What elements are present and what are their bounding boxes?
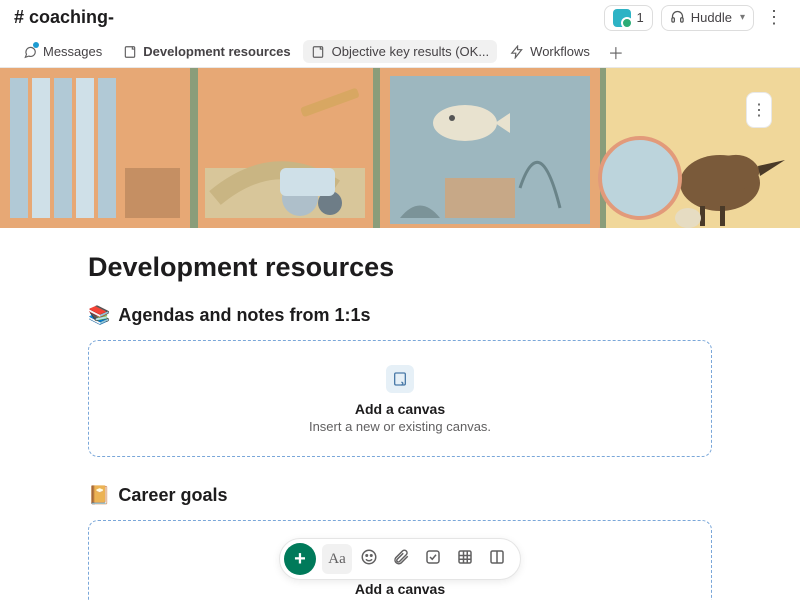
canvas-placeholder-icon [386, 365, 414, 393]
paperclip-icon [392, 548, 410, 571]
section-career-heading: 📔 Career goals [88, 485, 712, 506]
checkbox-icon [424, 548, 442, 571]
tab-bar: Messages Development resources Objective… [0, 36, 800, 68]
tab-label: Messages [43, 44, 102, 59]
text-format-icon: Aa [328, 551, 346, 568]
tab-messages[interactable]: Messages [14, 40, 110, 63]
headphones-icon [670, 9, 685, 27]
notebook-icon: 📔 [88, 485, 110, 506]
tab-label: Objective key results (OK... [332, 44, 490, 59]
member-count-button[interactable]: 1 [604, 5, 653, 31]
add-tab-button[interactable]: ＋ [602, 38, 630, 66]
section-agendas-heading: 📚 Agendas and notes from 1:1s [88, 305, 712, 326]
plus-icon: + [294, 548, 306, 571]
canvas-placeholder-subtitle: Insert a new or existing canvas. [101, 419, 699, 434]
composer-columns-button[interactable] [482, 544, 512, 574]
canvas-icon [311, 44, 326, 59]
workflow-icon [509, 44, 524, 59]
channel-more-button[interactable]: ⋮ [762, 6, 786, 30]
composer-emoji-button[interactable] [354, 544, 384, 574]
table-icon [456, 548, 474, 571]
chevron-down-icon: ▾ [740, 12, 745, 23]
page-title: Development resources [88, 252, 712, 283]
composer-table-button[interactable] [450, 544, 480, 574]
kebab-icon: ⋮ [751, 100, 767, 120]
composer-checklist-button[interactable] [418, 544, 448, 574]
emoji-icon [360, 548, 378, 571]
tab-label: Development resources [143, 44, 290, 59]
composer-attach-button[interactable] [386, 544, 416, 574]
presence-avatar-icon [613, 9, 631, 27]
canvas-icon [122, 44, 137, 59]
columns-icon [488, 548, 506, 571]
canvas-placeholder-title: Add a canvas [101, 401, 699, 417]
section-heading-text: Career goals [118, 485, 227, 506]
composer-format-button[interactable]: Aa [322, 544, 352, 574]
messages-icon [22, 44, 37, 59]
books-icon: 📚 [88, 305, 110, 326]
channel-name[interactable]: # coaching- [14, 7, 114, 28]
kebab-icon: ⋮ [765, 7, 783, 28]
huddle-button[interactable]: Huddle ▾ [661, 5, 754, 31]
tab-label: Workflows [530, 44, 590, 59]
tab-development-resources[interactable]: Development resources [114, 40, 298, 63]
member-count: 1 [637, 10, 644, 25]
hero-more-button[interactable]: ⋮ [746, 92, 772, 128]
add-canvas-dropzone[interactable]: Add a canvas Insert a new or existing ca… [88, 340, 712, 457]
tab-workflows[interactable]: Workflows [501, 40, 598, 63]
section-heading-text: Agendas and notes from 1:1s [118, 305, 370, 326]
composer-toolbar: + Aa [279, 538, 521, 580]
composer-add-button[interactable]: + [284, 543, 316, 575]
tab-okr[interactable]: Objective key results (OK... [303, 40, 498, 63]
canvas-placeholder-title: Add a canvas [101, 581, 699, 597]
plus-icon: ＋ [608, 46, 624, 63]
huddle-label: Huddle [691, 10, 732, 25]
hero-image: ⋮ [0, 68, 800, 228]
